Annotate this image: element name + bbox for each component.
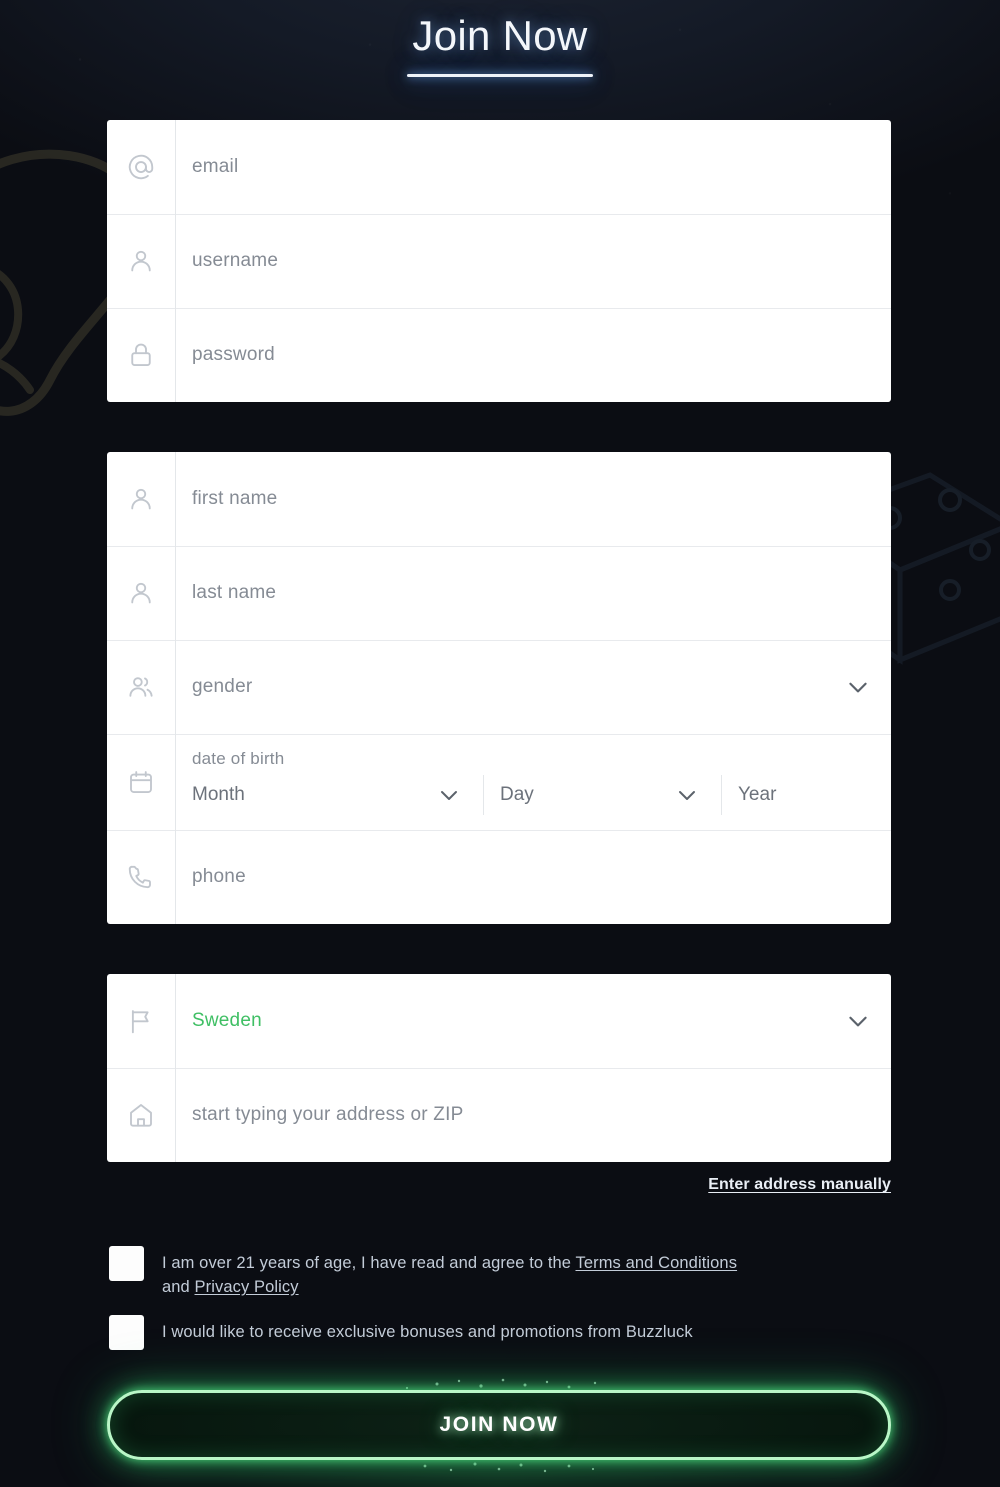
address-card: Sweden start typing your address or ZIP: [107, 974, 891, 1162]
page-header: Join Now: [0, 12, 1000, 78]
chevron-down-icon[interactable]: [437, 783, 461, 807]
flag-icon: [107, 974, 175, 1068]
last-name-placeholder: last name: [192, 582, 277, 603]
dob-month-select[interactable]: Month: [176, 775, 483, 815]
password-placeholder: password: [192, 344, 275, 365]
account-details-card: email username password: [107, 120, 891, 402]
dob-year-value: Year: [738, 784, 777, 805]
chevron-down-icon[interactable]: [845, 1008, 871, 1034]
age-terms-text-1: I am over 21 years of age, I have read a…: [162, 1254, 576, 1272]
user-icon: [107, 214, 175, 308]
last-name-input[interactable]: last name: [175, 546, 891, 640]
calendar-icon: [107, 734, 175, 830]
username-field-row[interactable]: username: [107, 214, 891, 308]
phone-input[interactable]: phone: [175, 830, 891, 924]
promotions-consent-text: I would like to receive exclusive bonuse…: [162, 1323, 693, 1341]
email-placeholder: email: [192, 156, 239, 177]
lock-icon: [107, 308, 175, 402]
join-now-button[interactable]: JOIN NOW: [107, 1390, 891, 1460]
gender-placeholder: gender: [192, 676, 253, 697]
address-field-row[interactable]: start typing your address or ZIP: [107, 1068, 891, 1162]
age-terms-checkbox[interactable]: [109, 1246, 144, 1281]
enter-address-manually-link[interactable]: Enter address manually: [708, 1176, 891, 1194]
email-field-row[interactable]: email: [107, 120, 891, 214]
dob-day-select[interactable]: Day: [483, 775, 721, 815]
user-icon: [107, 452, 175, 546]
country-select[interactable]: Sweden: [175, 974, 891, 1068]
password-input[interactable]: password: [175, 308, 891, 402]
last-name-field-row[interactable]: last name: [107, 546, 891, 640]
phone-field-row[interactable]: phone: [107, 830, 891, 924]
chevron-down-icon[interactable]: [675, 783, 699, 807]
phone-icon: [107, 830, 175, 924]
first-name-field-row[interactable]: first name: [107, 452, 891, 546]
date-of-birth-selects: Month Day Year: [176, 775, 891, 815]
age-terms-consent-row[interactable]: I am over 21 years of age, I have read a…: [109, 1246, 899, 1299]
title-underline-rule: [407, 74, 593, 78]
date-of-birth-label: date of birth: [192, 749, 285, 768]
date-of-birth-body: date of birth Month Day Year: [175, 734, 891, 830]
at-icon: [107, 120, 175, 214]
chevron-down-icon[interactable]: [845, 674, 871, 700]
promotions-consent-row[interactable]: I would like to receive exclusive bonuse…: [109, 1315, 899, 1350]
personal-details-card: first name last name gender date of birt…: [107, 452, 891, 924]
gender-select[interactable]: gender: [175, 640, 891, 734]
gender-field-row[interactable]: gender: [107, 640, 891, 734]
email-input[interactable]: email: [175, 120, 891, 214]
country-value: Sweden: [192, 1010, 262, 1031]
manual-address-link-row: Enter address manually: [0, 1176, 891, 1194]
date-of-birth-row[interactable]: date of birth Month Day Year: [107, 734, 891, 830]
username-input[interactable]: username: [175, 214, 891, 308]
dob-year-select[interactable]: Year: [721, 775, 891, 815]
phone-placeholder: phone: [192, 866, 246, 887]
address-placeholder: start typing your address or ZIP: [192, 1104, 464, 1125]
first-name-placeholder: first name: [192, 488, 278, 509]
submit-area: JOIN NOW: [107, 1378, 891, 1473]
password-field-row[interactable]: password: [107, 308, 891, 402]
country-field-row[interactable]: Sweden: [107, 974, 891, 1068]
dob-month-value: Month: [192, 784, 245, 805]
dob-day-value: Day: [500, 784, 534, 805]
age-terms-consent-text: I am over 21 years of age, I have read a…: [162, 1246, 762, 1299]
address-input[interactable]: start typing your address or ZIP: [175, 1068, 891, 1162]
username-placeholder: username: [192, 250, 279, 271]
terms-and-conditions-link[interactable]: Terms and Conditions: [575, 1254, 737, 1272]
consent-checkbox-group: I am over 21 years of age, I have read a…: [109, 1246, 899, 1350]
users-icon: [107, 640, 175, 734]
privacy-policy-link[interactable]: Privacy Policy: [195, 1278, 299, 1296]
first-name-input[interactable]: first name: [175, 452, 891, 546]
age-terms-text-2: and: [162, 1278, 195, 1296]
join-now-page: Join Now email username password first n…: [0, 0, 1000, 1487]
page-title: Join Now: [412, 12, 588, 59]
promotions-checkbox[interactable]: [109, 1315, 144, 1350]
user-icon: [107, 546, 175, 640]
home-icon: [107, 1068, 175, 1162]
